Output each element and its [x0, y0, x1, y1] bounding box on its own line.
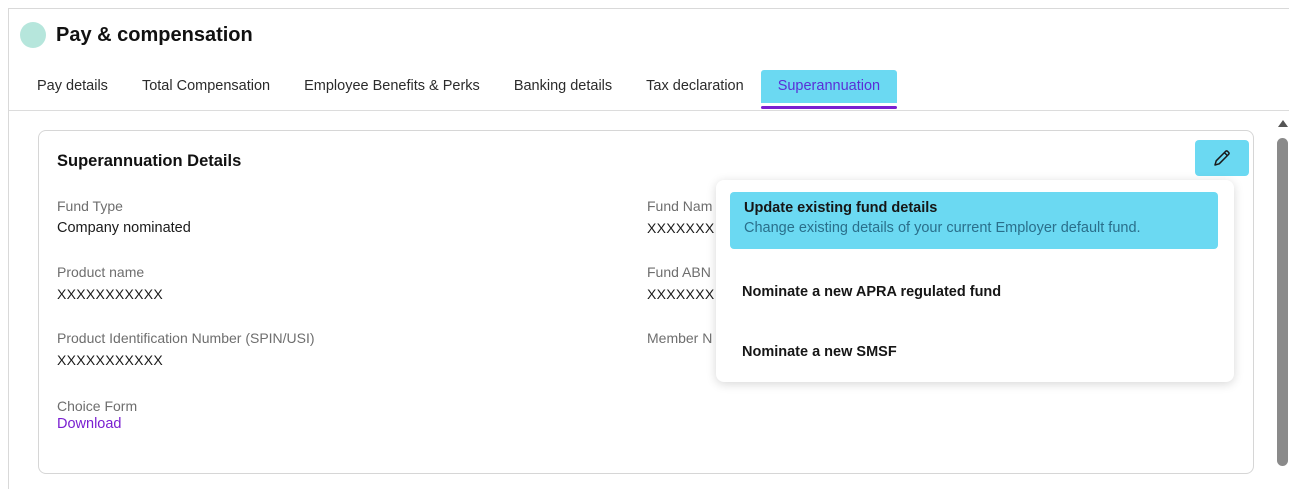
- product-name-field: Product name XXXXXXXXXXX: [57, 263, 163, 304]
- tab-employee-benefits[interactable]: Employee Benefits & Perks: [287, 70, 497, 103]
- download-link[interactable]: Download: [57, 415, 137, 434]
- spin-value: XXXXXXXXXXX: [57, 352, 164, 368]
- product-name-label: Product name: [57, 264, 145, 280]
- member-number-label: Member N: [647, 330, 713, 346]
- fund-abn-field: Fund ABN XXXXXXX: [647, 263, 717, 304]
- tab-pay-details[interactable]: Pay details: [9, 70, 125, 103]
- edit-button[interactable]: [1195, 140, 1249, 176]
- fund-options-menu: Update existing fund details Change exis…: [716, 180, 1234, 382]
- spin-label: Product Identification Number (SPIN/USI): [57, 330, 315, 346]
- tab-bar: Pay details Total Compensation Employee …: [9, 66, 1289, 111]
- card-title: Superannuation Details: [57, 152, 242, 170]
- product-name-value: XXXXXXXXXXX: [57, 286, 164, 302]
- fund-type-field: Fund Type Company nominated: [57, 197, 191, 238]
- tab-tax-declaration[interactable]: Tax declaration: [629, 70, 761, 103]
- fund-name-value: XXXXXXX: [647, 220, 715, 236]
- menu-item-nominate-smsf[interactable]: Nominate a new SMSF: [730, 344, 1230, 360]
- fund-type-label: Fund Type: [57, 198, 123, 214]
- menu-item-update-description: Change existing details of your current …: [744, 220, 1141, 236]
- fund-type-value: Company nominated: [57, 220, 191, 236]
- pencil-icon: [1214, 150, 1230, 166]
- page-header: Pay & compensation: [20, 22, 253, 48]
- menu-item-apra-title: Nominate a new APRA regulated fund: [742, 284, 1002, 300]
- choice-form-label: Choice Form: [57, 398, 138, 414]
- tab-superannuation[interactable]: Superannuation: [760, 70, 898, 109]
- tab-total-compensation[interactable]: Total Compensation: [125, 70, 287, 103]
- fund-abn-label: Fund ABN: [647, 264, 711, 280]
- menu-item-update-title: Update existing fund details: [744, 200, 938, 216]
- scrollbar-thumb[interactable]: [1277, 138, 1288, 466]
- section-dot-icon: [20, 22, 46, 48]
- choice-form-field: Choice Form Download: [57, 397, 137, 434]
- menu-item-smsf-title: Nominate a new SMSF: [742, 344, 897, 360]
- tab-banking-details[interactable]: Banking details: [497, 70, 629, 103]
- menu-item-update-fund[interactable]: Update existing fund details Change exis…: [730, 192, 1218, 249]
- menu-item-nominate-apra[interactable]: Nominate a new APRA regulated fund: [730, 284, 1230, 300]
- spin-field: Product Identification Number (SPIN/USI)…: [57, 329, 315, 370]
- fund-abn-value: XXXXXXX: [647, 286, 715, 302]
- fund-name-field: Fund Nam XXXXXXX: [647, 197, 717, 238]
- page-title: Pay & compensation: [56, 23, 253, 46]
- member-number-field: Member N: [647, 329, 717, 347]
- fund-name-label: Fund Nam: [647, 198, 713, 214]
- vertical-scrollbar[interactable]: [1276, 114, 1289, 470]
- scroll-up-arrow-icon[interactable]: [1278, 120, 1288, 127]
